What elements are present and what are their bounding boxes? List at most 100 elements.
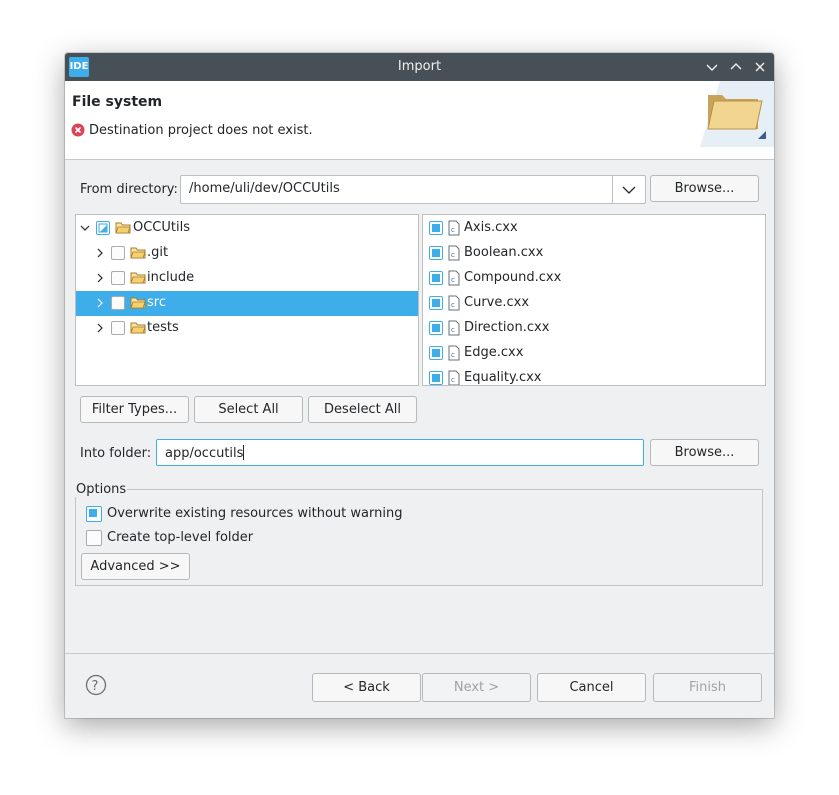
file-label: Edge.cxx — [464, 345, 524, 360]
filter-types-button[interactable]: Filter Types... — [80, 396, 189, 423]
file-item[interactable]: c Equality.cxx — [423, 366, 765, 385]
close-icon[interactable] — [751, 58, 769, 76]
tree-item-label: include — [147, 270, 195, 285]
cpp-file-icon: c — [448, 245, 460, 261]
cancel-button[interactable]: Cancel — [537, 673, 646, 702]
svg-text:c: c — [451, 301, 455, 309]
file-item[interactable]: c Axis.cxx — [423, 216, 765, 241]
text-caret — [243, 445, 245, 460]
title-bar[interactable]: IDE Import — [65, 53, 774, 81]
toplevel-label: Create top-level folder — [107, 530, 254, 545]
chevron-right-icon[interactable] — [94, 247, 106, 259]
file-label: Direction.cxx — [464, 320, 550, 335]
browse-destination-button[interactable]: Browse... — [650, 439, 759, 466]
svg-text:c: c — [451, 226, 455, 234]
folder-icon — [130, 296, 146, 310]
back-button[interactable]: < Back — [312, 673, 421, 702]
tree-item-src[interactable]: src — [76, 291, 418, 316]
cpp-file-icon: c — [448, 345, 460, 361]
file-checkbox[interactable] — [429, 246, 443, 260]
toplevel-checkbox[interactable] — [86, 530, 102, 546]
tree-checkbox[interactable] — [111, 321, 125, 335]
chevron-right-icon[interactable] — [94, 297, 106, 309]
folder-banner-icon — [700, 81, 774, 147]
toplevel-option[interactable]: Create top-level folder — [85, 529, 385, 549]
file-checkbox[interactable] — [429, 296, 443, 310]
file-checkbox[interactable] — [429, 221, 443, 235]
svg-text:c: c — [451, 326, 455, 334]
file-item[interactable]: c Curve.cxx — [423, 291, 765, 316]
help-icon[interactable]: ? — [85, 674, 107, 696]
folder-icon — [130, 321, 146, 335]
svg-text:c: c — [451, 276, 455, 284]
cpp-file-icon: c — [448, 370, 460, 385]
file-item[interactable]: c Compound.cxx — [423, 266, 765, 291]
footer-divider — [65, 653, 774, 654]
into-folder-label: Into folder: — [80, 446, 152, 461]
from-directory-label: From directory: — [80, 182, 178, 197]
overwrite-option[interactable]: Overwrite existing resources without war… — [85, 505, 485, 525]
maximize-icon[interactable] — [727, 58, 745, 76]
file-label: Axis.cxx — [464, 220, 518, 235]
tree-checkbox[interactable] — [111, 296, 125, 310]
wizard-header: File system Destination project does not… — [65, 81, 774, 160]
next-button[interactable]: Next > — [422, 673, 531, 702]
tree-item-include[interactable]: include — [76, 266, 418, 291]
file-label: Curve.cxx — [464, 295, 530, 310]
folder-icon — [115, 221, 131, 235]
tree-item-label: OCCUtils — [133, 220, 190, 235]
file-label: Compound.cxx — [464, 270, 562, 285]
window-title: Import — [397, 59, 442, 74]
from-directory-combo[interactable]: /home/uli/dev/OCCUtils — [180, 175, 646, 204]
folder-icon — [130, 271, 146, 285]
chevron-right-icon[interactable] — [94, 322, 106, 334]
deselect-all-button[interactable]: Deselect All — [308, 396, 417, 423]
browse-source-button[interactable]: Browse... — [650, 175, 759, 202]
tree-item-occutils[interactable]: OCCUtils — [76, 216, 418, 241]
advanced-button[interactable]: Advanced >> — [81, 553, 190, 580]
file-item[interactable]: c Edge.cxx — [423, 341, 765, 366]
file-checkbox[interactable] — [429, 371, 443, 385]
cpp-file-icon: c — [448, 220, 460, 236]
tree-checkbox[interactable] — [96, 221, 110, 235]
page-title: File system — [72, 94, 163, 110]
file-label: Equality.cxx — [464, 370, 542, 385]
error-message: Destination project does not exist. — [89, 123, 313, 138]
chevron-down-icon[interactable] — [79, 222, 91, 234]
folder-icon — [130, 246, 146, 260]
svg-text:c: c — [451, 351, 455, 359]
file-checkbox[interactable] — [429, 346, 443, 360]
error-icon — [71, 123, 85, 137]
file-checkbox[interactable] — [429, 271, 443, 285]
overwrite-checkbox[interactable] — [86, 506, 102, 522]
cpp-file-icon: c — [448, 270, 460, 286]
overwrite-label: Overwrite existing resources without war… — [107, 506, 403, 521]
tree-checkbox[interactable] — [111, 271, 125, 285]
options-title: Options — [75, 482, 128, 497]
finish-button[interactable]: Finish — [653, 673, 762, 702]
file-item[interactable]: c Boolean.cxx — [423, 241, 765, 266]
file-checkbox[interactable] — [429, 321, 443, 335]
svg-text:c: c — [451, 376, 455, 384]
into-folder-value: app/occutils — [165, 446, 244, 461]
from-directory-value: /home/uli/dev/OCCUtils — [189, 181, 340, 196]
cpp-file-icon: c — [448, 295, 460, 311]
folder-tree[interactable]: OCCUtils .git include src tests — [75, 214, 419, 386]
tree-item-label: tests — [147, 320, 179, 335]
tree-checkbox[interactable] — [111, 246, 125, 260]
file-label: Boolean.cxx — [464, 245, 544, 260]
chevron-down-icon[interactable] — [612, 176, 645, 203]
select-all-button[interactable]: Select All — [194, 396, 303, 423]
chevron-right-icon[interactable] — [94, 272, 106, 284]
import-dialog: IDE Import File system Destination proje… — [65, 53, 774, 718]
into-folder-input[interactable]: app/occutils — [156, 439, 644, 466]
svg-text:c: c — [451, 251, 455, 259]
tree-item-label: src — [147, 295, 166, 310]
tree-item-label: .git — [147, 245, 169, 260]
tree-item-git[interactable]: .git — [76, 241, 418, 266]
minimize-icon[interactable] — [703, 58, 721, 76]
file-item[interactable]: c Direction.cxx — [423, 316, 765, 341]
cpp-file-icon: c — [448, 320, 460, 336]
tree-item-tests[interactable]: tests — [76, 316, 418, 341]
file-list[interactable]: c Axis.cxx c Boolean.cxx c Compound.cxx … — [422, 214, 766, 386]
